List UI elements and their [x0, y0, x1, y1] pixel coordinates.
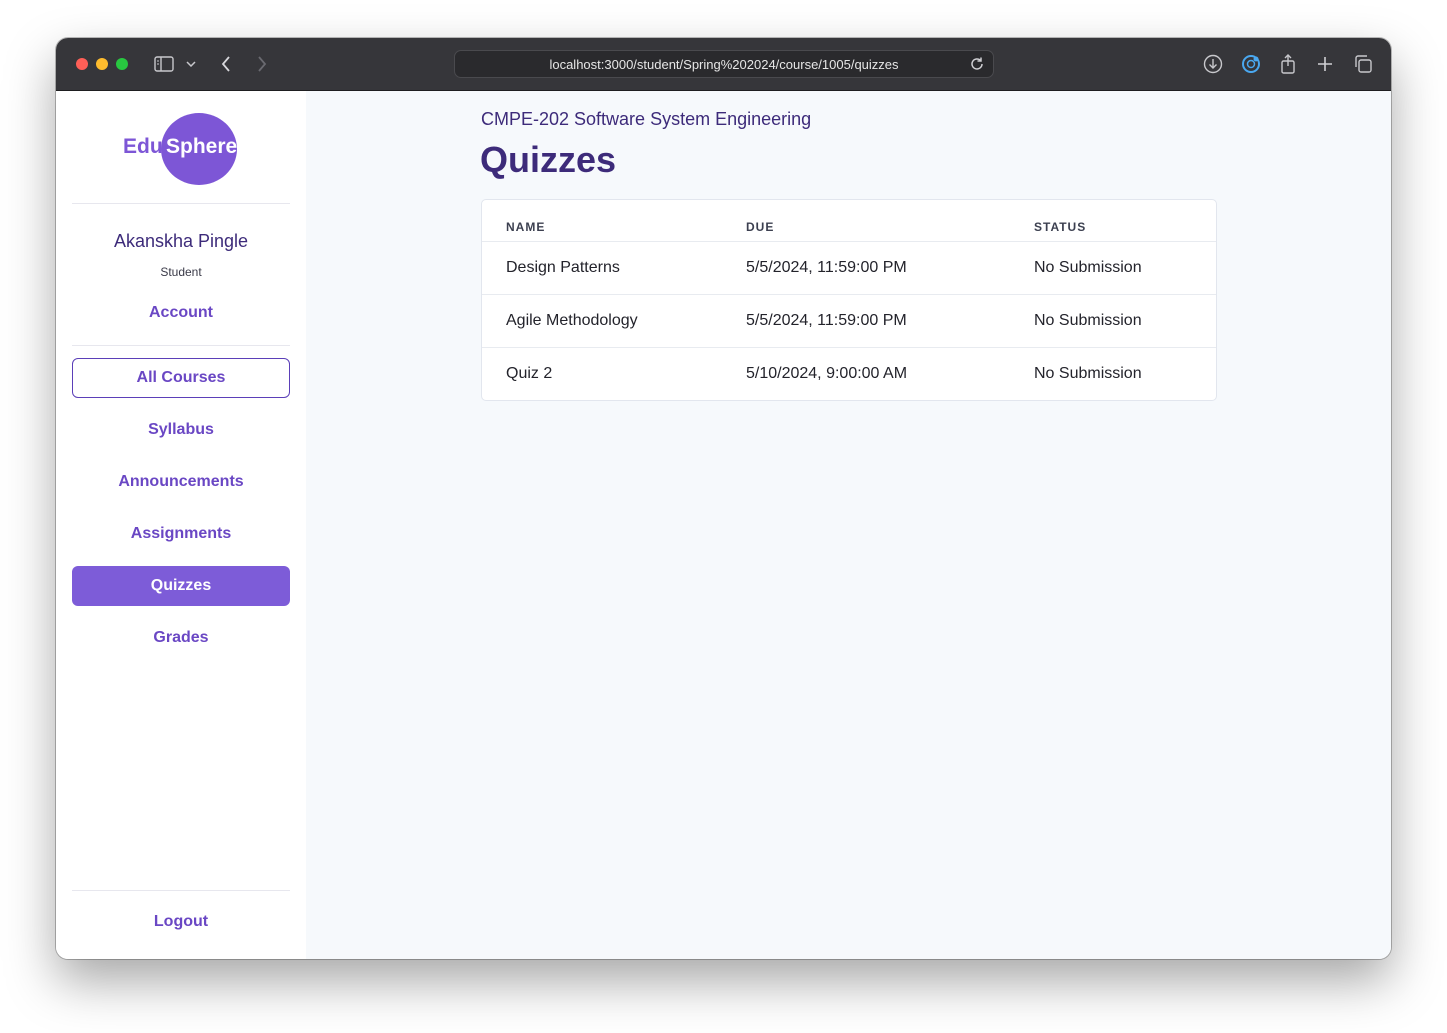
sidebar-divider — [72, 890, 290, 891]
quiz-name[interactable]: Agile Methodology — [506, 312, 638, 330]
quiz-due: 5/5/2024, 11:59:00 PM — [746, 312, 907, 329]
column-header-status: STATUS — [1034, 220, 1087, 234]
column-header-name: NAME — [506, 220, 546, 234]
edusphere-logo[interactable]: Edu Sphere — [123, 113, 243, 185]
page-content: Edu Sphere Akanskha Pingle Student Accou… — [56, 91, 1391, 959]
share-icon[interactable] — [1278, 52, 1298, 76]
logo-text-edu: Edu — [123, 135, 163, 158]
tab-overview-icon[interactable] — [1352, 52, 1374, 76]
downloads-icon[interactable] — [1202, 52, 1224, 76]
sidebar: Edu Sphere Akanskha Pingle Student Accou… — [56, 91, 306, 959]
quiz-due: 5/5/2024, 11:59:00 PM — [746, 259, 907, 276]
extension-icon[interactable] — [1240, 52, 1262, 76]
sidebar-toggle-icon[interactable] — [152, 52, 176, 76]
chevron-down-icon[interactable] — [184, 52, 198, 76]
back-arrow-icon[interactable] — [218, 52, 234, 76]
table-row[interactable]: Quiz 2 5/10/2024, 9:00:00 AM No Submissi… — [482, 347, 1216, 400]
sidebar-item-announcements[interactable]: Announcements — [72, 462, 290, 502]
page-title: Quizzes — [480, 139, 617, 180]
main-panel: CMPE-202 Software System Engineering Qui… — [306, 91, 1391, 959]
sidebar-item-grades[interactable]: Grades — [72, 618, 290, 658]
sidebar-item-assignments[interactable]: Assignments — [72, 514, 290, 554]
sidebar-item-quizzes[interactable]: Quizzes — [72, 566, 290, 606]
sidebar-divider — [72, 345, 290, 346]
sidebar-item-syllabus[interactable]: Syllabus — [72, 410, 290, 450]
quiz-status: No Submission — [1034, 365, 1142, 382]
address-bar[interactable]: localhost:3000/student/Spring%202024/cou… — [454, 50, 994, 78]
quiz-due: 5/10/2024, 9:00:00 AM — [746, 365, 908, 382]
quizzes-table: NAME DUE STATUS Design Patterns 5/5/2024… — [481, 199, 1217, 401]
logo-text-sphere: Sphere — [166, 135, 238, 158]
new-tab-icon[interactable] — [1315, 52, 1335, 76]
minimize-window-button[interactable] — [96, 58, 108, 70]
quiz-name[interactable]: Design Patterns — [506, 259, 620, 277]
forward-arrow-icon[interactable] — [254, 52, 270, 76]
table-row[interactable]: Agile Methodology 5/5/2024, 11:59:00 PM … — [482, 294, 1216, 347]
user-role: Student — [160, 265, 202, 279]
course-title: CMPE-202 Software System Engineering — [481, 109, 812, 129]
logout-link[interactable]: Logout — [72, 902, 290, 942]
close-window-button[interactable] — [76, 58, 88, 70]
quiz-status: No Submission — [1034, 259, 1142, 276]
url-text: localhost:3000/student/Spring%202024/cou… — [549, 56, 899, 72]
column-header-due: DUE — [746, 220, 775, 234]
quiz-status: No Submission — [1034, 312, 1142, 329]
browser-window: localhost:3000/student/Spring%202024/cou… — [56, 38, 1391, 959]
reload-icon[interactable] — [969, 56, 985, 75]
user-name: Akanskha Pingle — [113, 231, 249, 251]
quiz-name[interactable]: Quiz 2 — [506, 365, 552, 383]
account-link[interactable]: Account — [72, 293, 290, 333]
table-row[interactable]: Design Patterns 5/5/2024, 11:59:00 PM No… — [482, 241, 1216, 294]
all-courses-button[interactable]: All Courses — [72, 358, 290, 398]
browser-toolbar: localhost:3000/student/Spring%202024/cou… — [56, 38, 1391, 91]
sidebar-divider — [72, 203, 290, 204]
maximize-window-button[interactable] — [116, 58, 128, 70]
